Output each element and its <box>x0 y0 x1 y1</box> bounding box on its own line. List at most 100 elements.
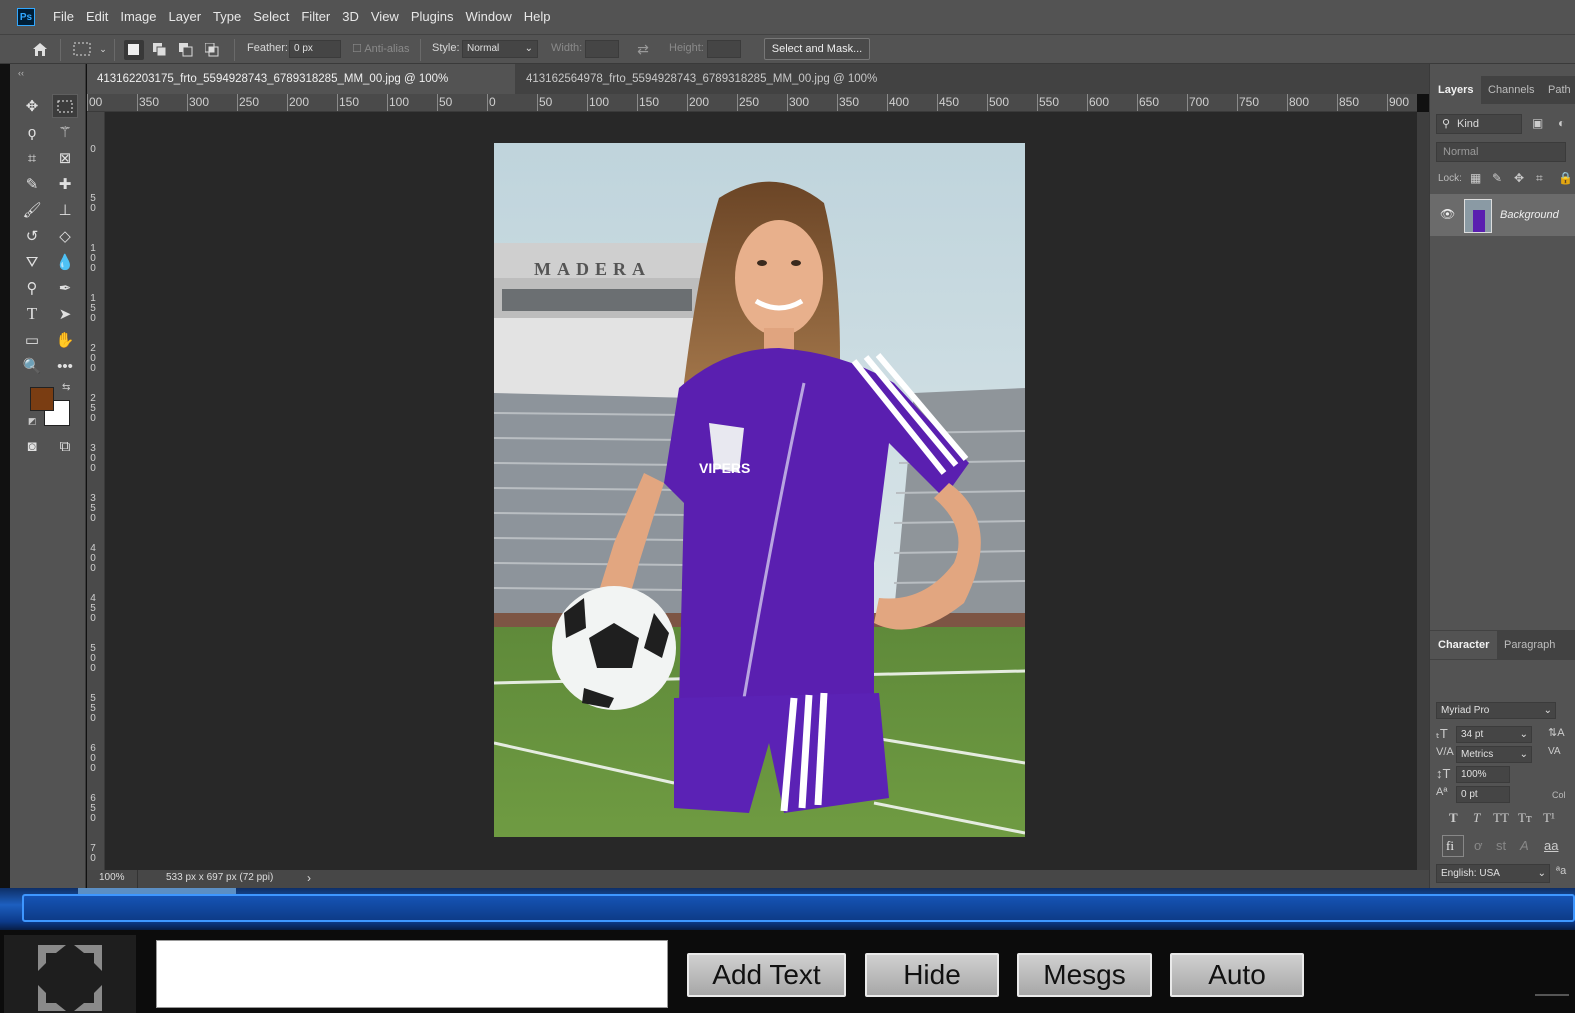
add-selection-icon[interactable] <box>150 40 170 60</box>
swash-icon[interactable]: st <box>1496 838 1506 853</box>
lock-artboard-icon[interactable]: ⌗ <box>1536 171 1543 186</box>
marquee-preset-icon[interactable] <box>72 39 92 59</box>
style-select[interactable]: Normal ⌄ <box>462 40 538 58</box>
tab-channels[interactable]: Channels <box>1480 76 1542 104</box>
faux-italic-icon[interactable]: T <box>1473 810 1480 826</box>
stylistic-alt-icon[interactable]: A <box>1520 838 1529 853</box>
height-input[interactable] <box>707 40 741 58</box>
menu-3d[interactable]: 3D <box>336 0 365 34</box>
home-icon[interactable] <box>30 39 50 59</box>
menu-edit[interactable]: Edit <box>80 0 114 34</box>
image-filter-icon[interactable]: ▣ <box>1532 116 1543 130</box>
tab-document-2[interactable]: 413162564978_frto_5594928743_6789318285_… <box>516 64 946 115</box>
faux-bold-icon[interactable]: T <box>1449 810 1458 826</box>
type-tool-icon[interactable]: T <box>19 302 45 326</box>
subtract-selection-icon[interactable] <box>176 40 196 60</box>
fullscreen-button[interactable] <box>4 935 136 1013</box>
magic-wand-icon[interactable]: ⚚ <box>52 120 78 144</box>
antialias-checkbox[interactable]: ☐ Anti-alias <box>352 42 410 55</box>
frame-tool-icon[interactable]: ⊠ <box>52 146 78 170</box>
anti-alias-icon[interactable]: ªa <box>1556 865 1566 877</box>
titling-alt-icon[interactable]: aa <box>1544 838 1558 853</box>
font-family-select[interactable]: Myriad Pro ⌄ <box>1436 702 1556 719</box>
blur-tool-icon[interactable]: 💧 <box>52 250 78 274</box>
small-caps-icon[interactable]: Tт <box>1518 810 1532 826</box>
intersect-selection-icon[interactable] <box>202 40 222 60</box>
eraser-icon[interactable]: ◇ <box>52 224 78 248</box>
quick-mask-icon[interactable]: ◙ <box>19 434 45 458</box>
lock-all-icon[interactable]: 🔒 <box>1558 171 1573 185</box>
tab-layers[interactable]: Layers <box>1430 76 1482 104</box>
healing-brush-icon[interactable]: ✚ <box>52 172 78 196</box>
more-tools-icon[interactable]: ••• <box>52 354 78 378</box>
lock-transparent-icon[interactable]: ▦ <box>1470 171 1481 185</box>
eye-visibility-icon[interactable]: 👁 <box>1440 207 1455 221</box>
baseline-shift-input[interactable]: 0 pt <box>1456 786 1510 803</box>
all-caps-icon[interactable]: TT <box>1493 810 1509 826</box>
menu-view[interactable]: View <box>365 0 405 34</box>
chevron-down-icon[interactable]: ⌄ <box>93 39 113 59</box>
tab-paths[interactable]: Path <box>1540 76 1575 104</box>
feather-input[interactable]: 0 px <box>289 40 341 58</box>
old-style-icon[interactable]: ơ <box>1474 838 1483 853</box>
status-menu-arrow[interactable]: › <box>307 871 311 885</box>
adjustment-filter-icon[interactable]: ◐ <box>1558 116 1565 130</box>
blend-mode-select[interactable]: Normal <box>1436 142 1566 162</box>
layer-filter-kind[interactable]: ⚲ Kind <box>1436 114 1522 134</box>
font-size-select[interactable]: 34 pt ⌄ <box>1456 726 1532 743</box>
paint-bucket-icon[interactable]: ⛛ <box>19 250 45 274</box>
language-select[interactable]: English: USA ⌄ <box>1436 864 1550 883</box>
layer-row-background[interactable]: 👁 Background <box>1430 194 1575 236</box>
menu-file[interactable]: File <box>47 0 80 34</box>
vertical-scrollbar[interactable] <box>1417 112 1429 870</box>
foreground-color-swatch[interactable] <box>30 387 54 411</box>
tab-character[interactable]: Character <box>1430 631 1498 659</box>
rectangular-marquee-icon[interactable] <box>52 94 78 118</box>
message-input[interactable] <box>156 940 668 1008</box>
lock-brush-icon[interactable]: ✎ <box>1492 171 1502 185</box>
add-text-button[interactable]: Add Text <box>687 953 846 997</box>
swap-dimensions-icon[interactable]: ⇄ <box>633 39 653 59</box>
path-selection-icon[interactable]: ➤ <box>52 302 78 326</box>
select-and-mask-button[interactable]: Select and Mask... <box>764 38 870 60</box>
zoom-level[interactable]: 100% <box>99 872 125 883</box>
layer-name[interactable]: Background <box>1500 209 1559 221</box>
document-image[interactable]: MADERA VIPERS <box>494 143 1025 837</box>
messages-button[interactable]: Mesgs <box>1017 953 1152 997</box>
menu-help[interactable]: Help <box>518 0 557 34</box>
zoom-tool-icon[interactable]: 🔍 <box>19 354 45 378</box>
width-input[interactable] <box>585 40 619 58</box>
eyedropper-icon[interactable]: ✎ <box>19 172 45 196</box>
superscript-icon[interactable]: T¹ <box>1543 810 1555 826</box>
crop-tool-icon[interactable]: ⌗ <box>19 146 45 170</box>
menu-window[interactable]: Window <box>459 0 517 34</box>
menu-filter[interactable]: Filter <box>295 0 336 34</box>
kerning-select[interactable]: Metrics ⌄ <box>1456 746 1532 763</box>
swap-colors-icon[interactable]: ⇆ <box>62 382 70 393</box>
menu-type[interactable]: Type <box>207 0 247 34</box>
collapse-toolbar-icon[interactable]: ‹‹ <box>18 68 24 78</box>
lasso-tool-icon[interactable]: ϙ <box>19 120 45 144</box>
history-brush-icon[interactable]: ↺ <box>19 224 45 248</box>
clone-stamp-icon[interactable]: ⊥ <box>52 198 78 222</box>
menu-select[interactable]: Select <box>247 0 295 34</box>
brush-tool-icon[interactable]: 🖌 <box>19 198 45 222</box>
hide-button[interactable]: Hide <box>865 953 999 997</box>
pen-tool-icon[interactable]: ✒ <box>52 276 78 300</box>
menu-plugins[interactable]: Plugins <box>405 0 460 34</box>
vertical-scale-input[interactable]: 100% <box>1456 766 1510 783</box>
ligatures-button[interactable]: fi <box>1442 835 1464 857</box>
auto-button[interactable]: Auto <box>1170 953 1304 997</box>
menu-layer[interactable]: Layer <box>163 0 208 34</box>
move-tool-icon[interactable]: ✥ <box>19 94 45 118</box>
dodge-tool-icon[interactable]: ⚲ <box>19 276 45 300</box>
menu-image[interactable]: Image <box>114 0 162 34</box>
new-selection-icon[interactable] <box>124 40 144 60</box>
tab-paragraph[interactable]: Paragraph <box>1496 631 1563 659</box>
hand-tool-icon[interactable]: ✋ <box>52 328 78 352</box>
tab-document-1[interactable]: 413162203175_frto_5594928743_6789318285_… <box>87 64 515 115</box>
default-colors-icon[interactable]: ◩ <box>28 416 37 427</box>
lock-position-icon[interactable]: ✥ <box>1514 171 1524 185</box>
rectangle-tool-icon[interactable]: ▭ <box>19 328 45 352</box>
screen-mode-icon[interactable]: ⧉ <box>52 434 78 458</box>
